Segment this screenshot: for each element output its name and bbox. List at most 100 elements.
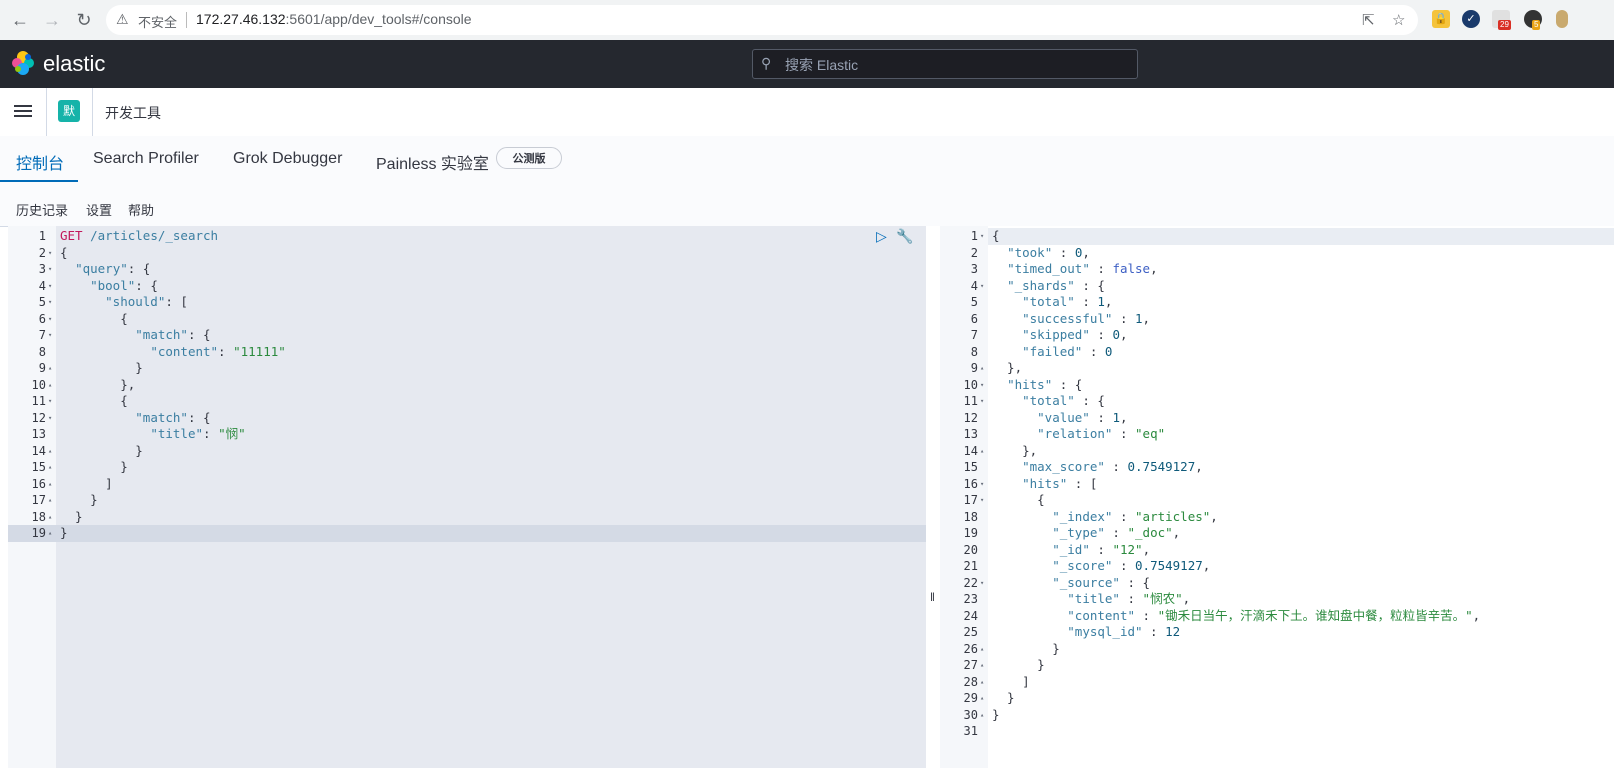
fold-down-icon[interactable]: ▾ [980, 575, 988, 592]
fold-down-icon[interactable]: ▾ [48, 261, 56, 278]
share-icon[interactable]: ⇱ [1362, 11, 1375, 29]
code-line: 6 ▾ { [8, 311, 926, 328]
fold-up-icon[interactable]: ▴ [980, 641, 988, 658]
line-number: 14 [963, 443, 978, 458]
play-icon[interactable]: ▷ [876, 228, 887, 245]
fold-up-icon[interactable]: ▴ [980, 443, 988, 460]
code-line: 17 ▴ } [8, 492, 926, 509]
fold-down-icon[interactable]: ▾ [48, 327, 56, 344]
line-number: 11 [31, 394, 46, 408]
code-text: "_score" : 0.7549127, [1052, 558, 1211, 573]
search-input[interactable] [783, 54, 1127, 76]
fold-down-icon[interactable]: ▾ [980, 476, 988, 493]
code-text: "total" : { [1022, 393, 1105, 408]
code-line: 18 ▴ } [8, 509, 926, 526]
code-line: 12 "value" : 1, [940, 410, 1614, 427]
reload-icon[interactable]: ↻ [72, 8, 96, 32]
code-line: 13 "title": "悯" [8, 426, 926, 443]
code-line: 1 GET /articles/_search [8, 228, 926, 245]
line-number: 15 [963, 460, 978, 474]
code-line: 22 ▾ "_source" : { [940, 575, 1614, 592]
forward-icon[interactable]: → [40, 8, 64, 32]
code-line: 15 "max_score" : 0.7549127, [940, 459, 1614, 476]
code-line: 18 "_index" : "articles", [940, 509, 1614, 526]
elastic-logo-icon[interactable] [10, 50, 36, 76]
beta-badge: 公测版 [496, 147, 562, 169]
puzzle-extension-icon[interactable]: 29 [1492, 10, 1511, 30]
tab-painless-lab[interactable]: Painless 实验室 [376, 150, 489, 174]
line-number: 7 [970, 328, 978, 342]
resize-handle-icon[interactable]: ‖ [930, 590, 935, 604]
fold-up-icon[interactable]: ▴ [980, 690, 988, 707]
back-icon[interactable]: ← [8, 8, 32, 32]
fold-up-icon[interactable]: ▴ [48, 377, 56, 394]
fold-down-icon[interactable]: ▾ [48, 278, 56, 295]
history-button[interactable]: 历史记录 [16, 200, 68, 219]
menu-icon[interactable] [14, 102, 32, 120]
divider [92, 88, 93, 136]
wrench-icon[interactable]: 🔧 [896, 228, 913, 245]
fold-up-icon[interactable]: ▴ [48, 459, 56, 476]
lock-extension-icon[interactable]: 🔒 [1432, 10, 1450, 28]
code-line: 11 ▾ "total" : { [940, 393, 1614, 410]
code-text: "content" : "锄禾日当午，汗滴禾下土。谁知盘中餐，粒粒皆辛苦。", [1067, 607, 1481, 623]
help-button[interactable]: 帮助 [128, 200, 154, 219]
fold-down-icon[interactable]: ▾ [980, 228, 988, 245]
fold-up-icon[interactable]: ▴ [48, 509, 56, 526]
star-icon[interactable]: ☆ [1392, 11, 1405, 29]
fold-up-icon[interactable]: ▴ [48, 443, 56, 460]
logo-text[interactable]: elastic [43, 51, 105, 77]
fold-down-icon[interactable]: ▾ [980, 492, 988, 509]
code-text: "_shards" : { [1007, 277, 1105, 293]
response-output[interactable]: 1 ▾{2 "took" : 0, 3 "timed_out" : false, 4 ▾… [940, 226, 1614, 768]
settings-button[interactable]: 设置 [86, 200, 112, 219]
fold-down-icon[interactable]: ▾ [48, 393, 56, 410]
profile-icon[interactable] [1556, 10, 1568, 28]
code-line: 30 ▴} [940, 707, 1614, 724]
line-number: 26 [963, 641, 978, 656]
fold-up-icon[interactable]: ▴ [48, 525, 56, 542]
fold-down-icon[interactable]: ▾ [980, 393, 988, 410]
divider [46, 88, 47, 136]
fold-up-icon[interactable]: ▴ [980, 674, 988, 691]
code-line: 25 "mysql_id" : 12 [940, 624, 1614, 641]
line-number: 8 [970, 344, 978, 359]
code-line: 3 "timed_out" : false, [940, 261, 1614, 278]
fold-up-icon[interactable]: ▴ [980, 707, 988, 724]
fold-down-icon[interactable]: ▾ [48, 311, 56, 328]
code-text: "hits" : [ [1022, 475, 1098, 491]
fold-down-icon[interactable]: ▾ [48, 245, 56, 262]
fold-up-icon[interactable]: ▴ [980, 657, 988, 674]
pane-divider [926, 226, 940, 768]
line-number: 15 [31, 460, 46, 474]
fold-up-icon[interactable]: ▴ [48, 476, 56, 493]
tab-grok-debugger[interactable]: Grok Debugger [233, 150, 342, 168]
circle-extension-icon[interactable]: 5 [1524, 10, 1542, 30]
global-search[interactable]: ⚲ [752, 49, 1138, 79]
code-line: 19 "_type" : "_doc", [940, 525, 1614, 542]
fold-down-icon[interactable]: ▾ [48, 410, 56, 427]
line-number: 9 [38, 361, 46, 375]
fold-up-icon[interactable]: ▴ [48, 492, 56, 509]
address-bar[interactable]: ⚠ 不安全 172.27.46.132:5601/app/dev_tools#/… [106, 5, 1418, 35]
fold-up-icon[interactable]: ▴ [48, 360, 56, 377]
tab-search-profiler[interactable]: Search Profiler [93, 150, 199, 168]
url-text: 172.27.46.132:5601/app/dev_tools#/consol… [196, 11, 472, 27]
space-avatar[interactable]: 默 [58, 100, 80, 122]
check-extension-icon[interactable]: ✓ [1462, 10, 1480, 28]
line-number: 3 [38, 262, 46, 276]
request-editor[interactable]: 1 GET /articles/_search 2 ▾{3 ▾ "query": {4 ▾… [8, 226, 926, 768]
fold-down-icon[interactable]: ▾ [48, 294, 56, 311]
code-text: { [992, 492, 1045, 507]
fold-up-icon[interactable]: ▴ [980, 360, 988, 377]
line-number: 12 [31, 410, 46, 425]
line-number: 4 [970, 278, 978, 293]
code-text: "title" : "悯农", [1067, 591, 1191, 606]
line-number: 1 [970, 229, 978, 243]
line-number: 11 [963, 394, 978, 408]
line-number: 19 [31, 526, 46, 540]
fold-down-icon[interactable]: ▾ [980, 377, 988, 394]
fold-down-icon[interactable]: ▾ [980, 278, 988, 295]
code-text: "_type" : "_doc", [1052, 525, 1181, 540]
tab-console[interactable]: 控制台 [16, 150, 64, 174]
